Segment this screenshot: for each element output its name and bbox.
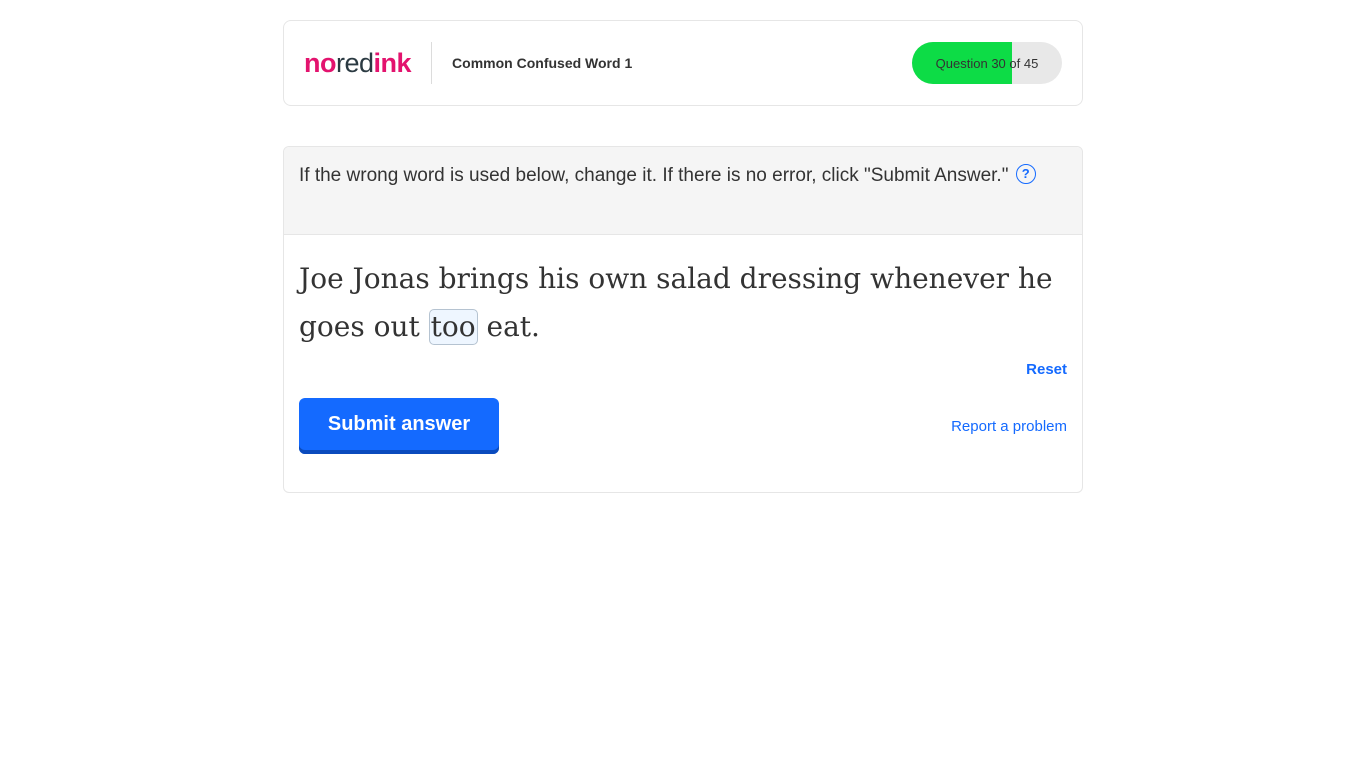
sentence-before: Joe Jonas brings his own salad dressing … (299, 262, 1053, 343)
question-card: If the wrong word is used below, change … (283, 146, 1083, 493)
activity-title: Common Confused Word 1 (452, 55, 633, 71)
logo-part-ink: ink (373, 47, 412, 78)
editable-word-input[interactable]: too (428, 309, 478, 345)
activity-header: no red ink Common Confused Word 1 Question… (283, 20, 1083, 106)
sentence-after: eat. (477, 310, 540, 343)
header-divider (431, 42, 433, 84)
actions-row: Submit answer Report a problem (284, 379, 1082, 454)
question-sentence: Joe Jonas brings his own salad dressing … (284, 235, 1082, 351)
question-progress-label: Question 30 of 45 (935, 55, 1039, 71)
report-problem-link[interactable]: Report a problem (951, 418, 1067, 435)
instructions-text: If the wrong word is used below, change … (299, 165, 1009, 186)
question-mark-circle-icon[interactable]: ? (1015, 163, 1036, 184)
logo-part-red: red (336, 47, 374, 78)
instructions-panel: If the wrong word is used below, change … (284, 147, 1082, 235)
logo-part-no: no (304, 47, 337, 78)
question-progress-pill: Question 30 of 45 (912, 42, 1062, 84)
reset-link[interactable]: Reset (1026, 361, 1067, 378)
noredink-logo[interactable]: no red ink (304, 47, 412, 78)
submit-answer-button[interactable]: Submit answer (299, 398, 499, 454)
reset-row: Reset (284, 351, 1082, 379)
